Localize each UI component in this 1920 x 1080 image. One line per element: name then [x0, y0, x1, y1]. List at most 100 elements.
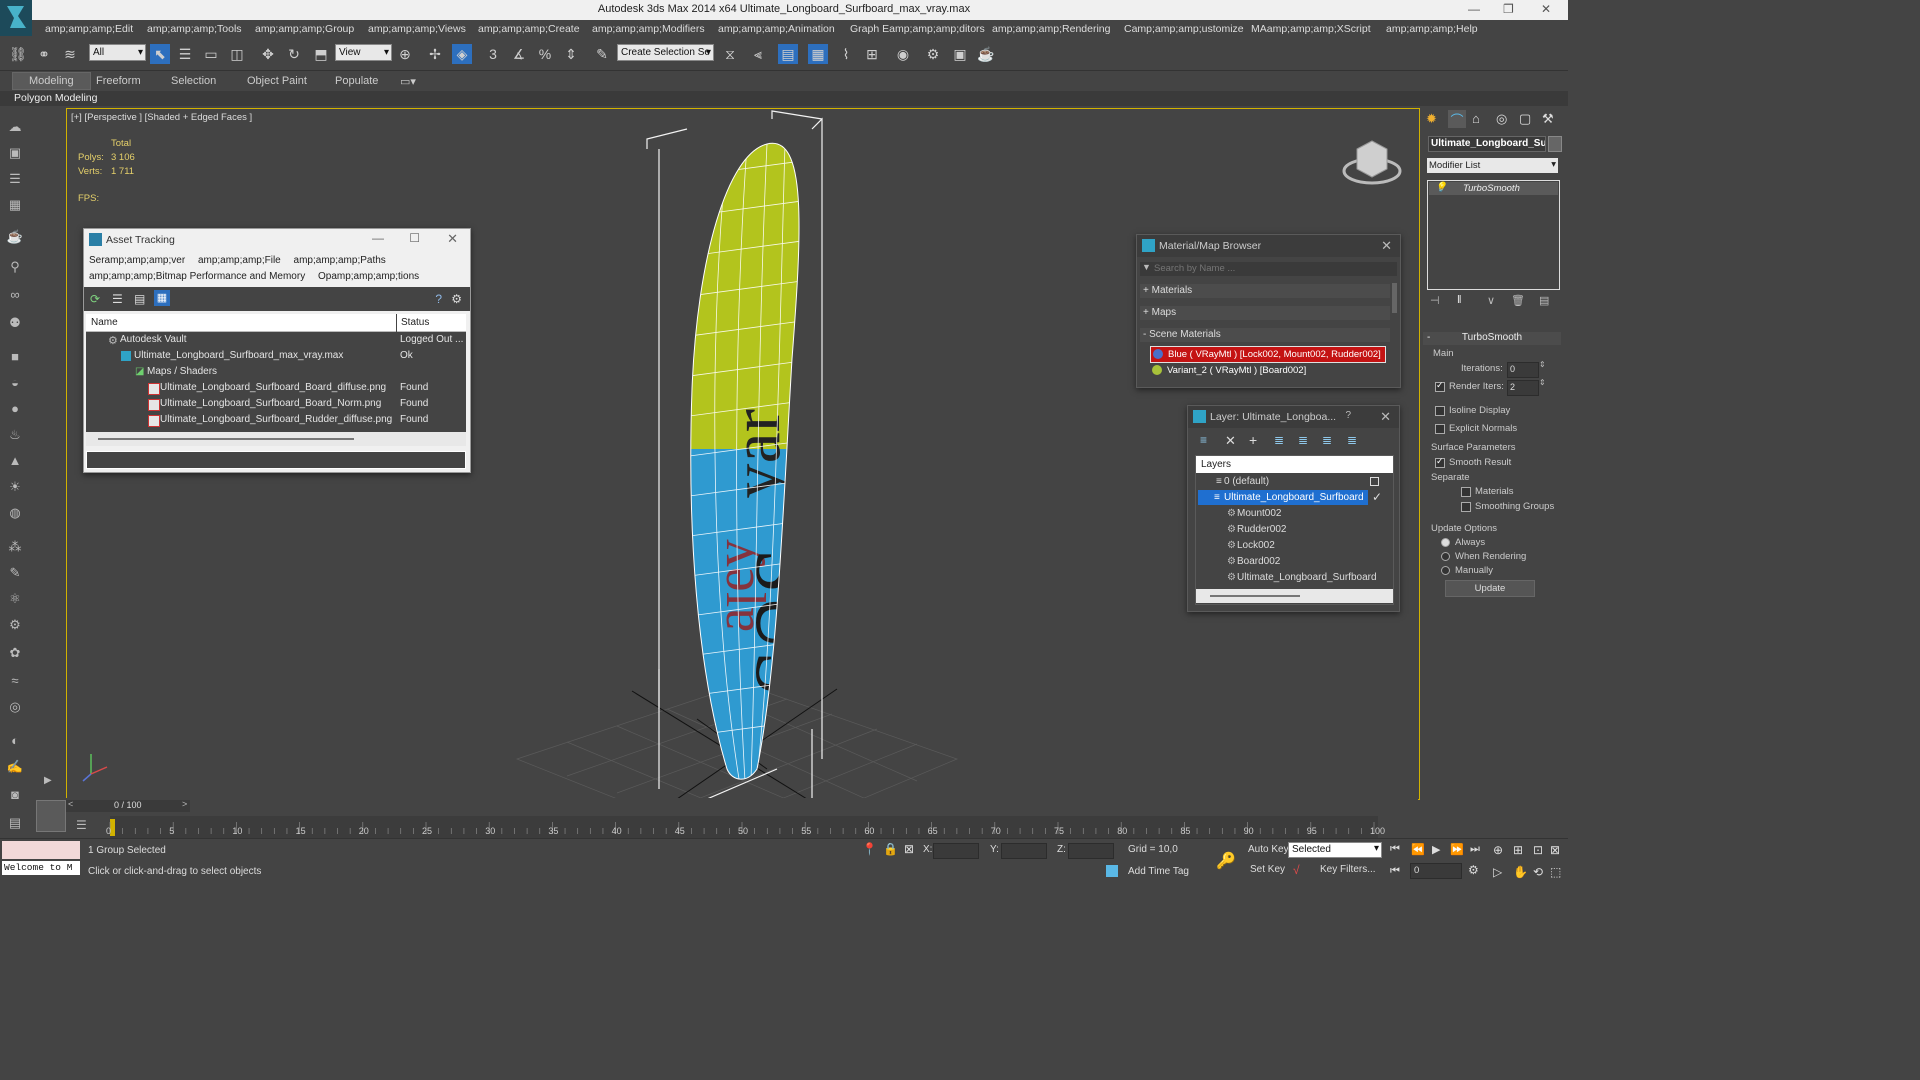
- render-setup-icon[interactable]: ⚙: [923, 44, 943, 64]
- modifier-stack-item[interactable]: 💡 TurboSmooth: [1429, 182, 1558, 195]
- menu-help[interactable]: amp;amp;amp;Help: [1386, 23, 1478, 35]
- ribbon-options-icon[interactable]: ▭▾: [400, 75, 416, 88]
- refresh-icon[interactable]: ⟳: [90, 292, 100, 306]
- x-coordinate-input[interactable]: [933, 843, 979, 859]
- display-icon[interactable]: ▣: [6, 144, 24, 162]
- asset-tracking-titlebar[interactable]: Asset Tracking — ☐ ✕: [84, 229, 470, 251]
- absolute-mode-icon[interactable]: ⊠: [904, 842, 914, 856]
- previous-frame-icon[interactable]: ⏪: [1411, 843, 1425, 856]
- app-logo-icon[interactable]: [0, 0, 32, 36]
- close-icon[interactable]: ✕: [1381, 238, 1392, 254]
- key-mode-icon[interactable]: ⏮: [1390, 865, 1400, 878]
- utilities-tab-icon[interactable]: ⚒: [1542, 111, 1554, 127]
- column-header-status[interactable]: Status: [397, 314, 466, 332]
- schematic-view-icon[interactable]: ⊞: [862, 44, 882, 64]
- dome-icon[interactable]: ◒: [6, 374, 24, 392]
- rotate-icon[interactable]: ↻: [284, 44, 304, 64]
- tab-modeling[interactable]: Modeling: [12, 72, 91, 90]
- mirror-icon[interactable]: ⧖: [720, 44, 740, 64]
- menu-group[interactable]: amp;amp;amp;Group: [255, 23, 354, 35]
- modifier-list-dropdown[interactable]: Modifier List ▾: [1427, 158, 1558, 173]
- layer-window-titlebar[interactable]: Layer: Ultimate_Longboa... ? ✕: [1188, 406, 1399, 428]
- select-in-layer-icon[interactable]: ≣: [1274, 433, 1284, 447]
- pan-icon[interactable]: ✋: [1513, 865, 1528, 879]
- cone-icon[interactable]: ▲: [6, 452, 24, 470]
- z-coordinate-input[interactable]: [1068, 843, 1114, 859]
- material-map-browser-window[interactable]: Material/Map Browser ✕ ▼ + Materials + M…: [1136, 234, 1401, 388]
- material-search-input[interactable]: [1154, 262, 1392, 274]
- create-layer-icon[interactable]: ≡: [1200, 433, 1207, 447]
- curve-editor-icon[interactable]: ⌇: [836, 44, 856, 64]
- table-view-icon[interactable]: ▦: [154, 290, 170, 306]
- horizontal-scrollbar[interactable]: [86, 432, 466, 446]
- smoothing-groups-checkbox[interactable]: [1461, 502, 1471, 512]
- go-to-start-icon[interactable]: ⏮: [1390, 843, 1400, 856]
- list-view-icon[interactable]: ☰: [112, 292, 123, 306]
- help-icon[interactable]: ?: [435, 292, 442, 306]
- scale-icon[interactable]: ⬒: [311, 44, 331, 64]
- layer-object-item[interactable]: ⚙ Lock002: [1196, 538, 1393, 553]
- section-maps[interactable]: + Maps: [1140, 306, 1390, 320]
- film-icon[interactable]: ⚉: [6, 314, 24, 332]
- scrollbar-thumb[interactable]: [98, 438, 354, 440]
- particles-icon[interactable]: ⁂: [6, 538, 24, 556]
- spinner-snap-icon[interactable]: ⇕: [561, 44, 581, 64]
- tab-freeform[interactable]: Freeform: [96, 75, 141, 87]
- material-sphere-icon[interactable]: ◍: [6, 504, 24, 522]
- unlink-icon[interactable]: ⚭: [34, 44, 54, 64]
- asset-path-input[interactable]: [86, 451, 466, 469]
- curve-editor-icon[interactable]: ☰: [76, 818, 87, 832]
- minimize-icon[interactable]: —: [372, 231, 384, 245]
- table-row[interactable]: ⚙ Autodesk Vault Logged Out ...: [86, 332, 466, 348]
- spinner-arrows-icon[interactable]: ⇕: [1539, 378, 1546, 387]
- tab-selection[interactable]: Selection: [171, 75, 216, 87]
- maxscript-icon[interactable]: ◙: [6, 786, 24, 804]
- layer-manager-window[interactable]: Layer: Ultimate_Longboa... ? ✕ ≡ ✕ + ≣ ≣…: [1187, 405, 1400, 612]
- maximize-viewport-icon[interactable]: ⬚: [1550, 865, 1561, 879]
- maxscript-input[interactable]: Welcome to M: [2, 861, 80, 875]
- column-header-name[interactable]: Name: [86, 314, 396, 332]
- zoom-extents-all-icon[interactable]: ⊠: [1550, 843, 1560, 857]
- iterations-spinner[interactable]: 0: [1507, 362, 1539, 378]
- menu-modifiers[interactable]: amp;amp;amp;Modifiers: [592, 23, 705, 35]
- remove-modifier-icon[interactable]: 🗑: [1511, 294, 1525, 307]
- layer-object-item[interactable]: ⚙ Ultimate_Longboard_Surfboard: [1196, 570, 1393, 585]
- material-editor-icon[interactable]: ◉: [893, 44, 913, 64]
- window-crossing-icon[interactable]: ◫: [227, 44, 247, 64]
- play-arrow-icon[interactable]: ▶: [44, 775, 52, 786]
- menu-tools[interactable]: amp;amp;amp;Tools: [147, 23, 242, 35]
- pivot-icon[interactable]: ⊕: [395, 44, 415, 64]
- menu-options[interactable]: Opamp;amp;amp;tions: [318, 271, 419, 282]
- material-item-blue[interactable]: Blue ( VRayMtl ) [Lock002, Mount002, Rud…: [1150, 346, 1386, 363]
- minimize-icon[interactable]: —: [1468, 2, 1480, 16]
- highlight-layer-icon[interactable]: ≣: [1298, 433, 1308, 447]
- settings-icon[interactable]: ⚙: [451, 292, 462, 306]
- update-button[interactable]: Update: [1445, 580, 1535, 597]
- menu-rendering[interactable]: amp;amp;amp;Rendering: [992, 23, 1110, 35]
- tangent-icon[interactable]: √: [1293, 863, 1300, 877]
- menu-server[interactable]: Seramp;amp;amp;ver: [89, 255, 185, 266]
- search-options-icon[interactable]: ▼: [1142, 262, 1151, 272]
- freeze-layers-icon[interactable]: ≣: [1347, 433, 1357, 447]
- material-browser-scrollbar[interactable]: [1392, 283, 1397, 313]
- hair-icon[interactable]: ≈: [6, 672, 24, 690]
- material-browser-titlebar[interactable]: Material/Map Browser ✕: [1137, 235, 1400, 257]
- menu-paths[interactable]: amp;amp;amp;Paths: [294, 255, 386, 266]
- keyboard-shortcut-icon[interactable]: ◈: [452, 44, 472, 64]
- table-row[interactable]: Ultimate_Longboard_Surfboard_Rudder_diff…: [86, 412, 466, 428]
- tab-object-paint[interactable]: Object Paint: [247, 75, 307, 87]
- section-scene-materials[interactable]: - Scene Materials: [1140, 328, 1390, 342]
- sphere-icon[interactable]: ●: [6, 400, 24, 418]
- make-unique-icon[interactable]: ∨: [1487, 294, 1495, 307]
- angle-snap-icon[interactable]: ∡: [509, 44, 529, 64]
- maxscript-listener-mini[interactable]: [2, 841, 80, 859]
- menu-bitmap-performance[interactable]: amp;amp;amp;Bitmap Performance and Memor…: [89, 271, 305, 282]
- y-coordinate-input[interactable]: [1001, 843, 1047, 859]
- checkmark-icon[interactable]: ✓: [1372, 490, 1382, 504]
- menu-animation[interactable]: amp;amp;amp;Animation: [718, 23, 835, 35]
- layer-item-surfboard[interactable]: ≡ Ultimate_Longboard_Surfboard: [1198, 490, 1368, 505]
- current-layer-toggle[interactable]: [1370, 477, 1379, 486]
- close-icon[interactable]: ✕: [1380, 409, 1391, 425]
- settings-panel-icon[interactable]: ▤: [6, 814, 24, 832]
- close-icon[interactable]: ✕: [1541, 2, 1551, 16]
